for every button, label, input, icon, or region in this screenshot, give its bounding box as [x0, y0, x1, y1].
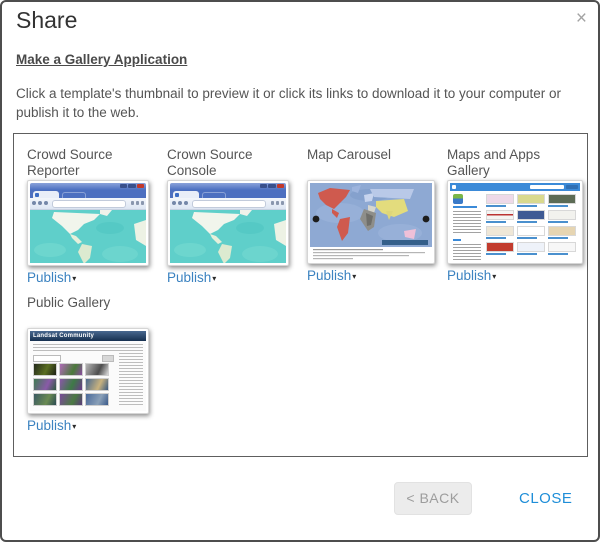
- template-box: Crowd Source Reporter: [13, 133, 588, 457]
- description-text: Click a template's thumbnail to preview …: [16, 84, 590, 122]
- gallery-card-grid: [486, 194, 578, 255]
- map-preview: [170, 210, 286, 263]
- template-thumbnail[interactable]: [167, 180, 289, 266]
- template-thumbnail[interactable]: Landsat Community: [27, 328, 149, 414]
- caret-down-icon: ▾: [72, 274, 76, 283]
- template-card-maps-and-apps-gallery: Maps and Apps Gallery: [447, 147, 587, 285]
- caret-down-icon: ▾: [492, 272, 496, 281]
- publish-label: Publish: [27, 418, 71, 433]
- template-name: Maps and Apps Gallery: [447, 147, 575, 180]
- gallery-text-block: [453, 244, 481, 261]
- share-dialog: Share × Make a Gallery Application Click…: [0, 0, 600, 542]
- template-grid: Crowd Source Reporter: [14, 134, 587, 456]
- nav-buttons-icon: [172, 201, 188, 205]
- window-controls-icon: [260, 184, 284, 188]
- template-card-map-carousel: Map Carousel: [307, 147, 447, 285]
- browser-map-preview: [30, 183, 146, 263]
- gallery-text-block: [453, 211, 481, 235]
- publish-label: Publish: [447, 268, 491, 283]
- gallery-sidebar: [453, 194, 481, 261]
- address-bar: [192, 200, 266, 208]
- gallery-title-line: [453, 206, 477, 208]
- window-controls-icon: [120, 184, 144, 188]
- browser-toolbar: [170, 198, 286, 210]
- publish-link[interactable]: Publish▾: [27, 418, 167, 433]
- address-bar: [52, 200, 126, 208]
- gallery-signin-area: [566, 185, 578, 189]
- landsat-header: Landsat Community: [30, 331, 146, 341]
- close-button[interactable]: CLOSE: [519, 490, 572, 507]
- gallery-logo-icon: [452, 185, 456, 189]
- world-map-preview: [310, 183, 432, 261]
- browser-tab: [33, 191, 59, 198]
- browser-tab: [173, 191, 199, 198]
- landsat-side-text: [119, 344, 143, 406]
- template-name: Crowd Source Reporter: [27, 147, 155, 180]
- template-card-crown-source-console: Crown Source Console: [167, 147, 307, 285]
- landsat-view-toggle: [102, 355, 114, 362]
- publish-link[interactable]: Publish▾: [167, 270, 307, 285]
- caret-down-icon: ▾: [352, 272, 356, 281]
- landsat-search-box: [33, 355, 61, 362]
- back-button[interactable]: < BACK: [394, 482, 472, 515]
- gallery-badge-icon: [453, 194, 463, 204]
- dialog-title: Share: [16, 7, 77, 34]
- toolbar-icons: [271, 201, 284, 205]
- publish-link[interactable]: Publish▾: [307, 268, 447, 283]
- publish-link[interactable]: Publish▾: [27, 270, 167, 285]
- publish-label: Publish: [27, 270, 71, 285]
- browser-map-preview: [170, 183, 286, 263]
- landsat-image-grid: [33, 363, 115, 406]
- nav-buttons-icon: [32, 201, 48, 205]
- template-card-crowd-source-reporter: Crowd Source Reporter: [27, 147, 167, 285]
- gallery-page-preview: [450, 183, 580, 261]
- section-heading: Make a Gallery Application: [16, 52, 187, 67]
- template-thumbnail[interactable]: [447, 180, 583, 264]
- browser-toolbar: [30, 198, 146, 210]
- browser-tabstrip: [30, 190, 146, 198]
- close-icon[interactable]: ×: [576, 9, 587, 28]
- template-thumbnail[interactable]: [27, 180, 149, 266]
- caret-down-icon: ▾: [212, 274, 216, 283]
- template-thumbnail[interactable]: [307, 180, 435, 264]
- browser-titlebar: [30, 183, 146, 190]
- browser-titlebar: [170, 183, 286, 190]
- toolbar-icons: [131, 201, 144, 205]
- publish-label: Publish: [307, 268, 351, 283]
- landsat-page-preview: Landsat Community: [30, 331, 146, 411]
- publish-label: Publish: [167, 270, 211, 285]
- publish-link[interactable]: Publish▾: [447, 268, 587, 283]
- gallery-search-box: [530, 185, 564, 189]
- template-name: Crown Source Console: [167, 147, 295, 180]
- map-preview: [30, 210, 146, 263]
- browser-tabstrip: [170, 190, 286, 198]
- gallery-header: [450, 183, 580, 191]
- template-card-public-gallery: Public Gallery Landsat Community: [27, 295, 167, 433]
- template-name: Public Gallery: [27, 295, 155, 328]
- caret-down-icon: ▾: [72, 422, 76, 431]
- gallery-tips-line: [453, 239, 461, 241]
- template-name: Map Carousel: [307, 147, 435, 180]
